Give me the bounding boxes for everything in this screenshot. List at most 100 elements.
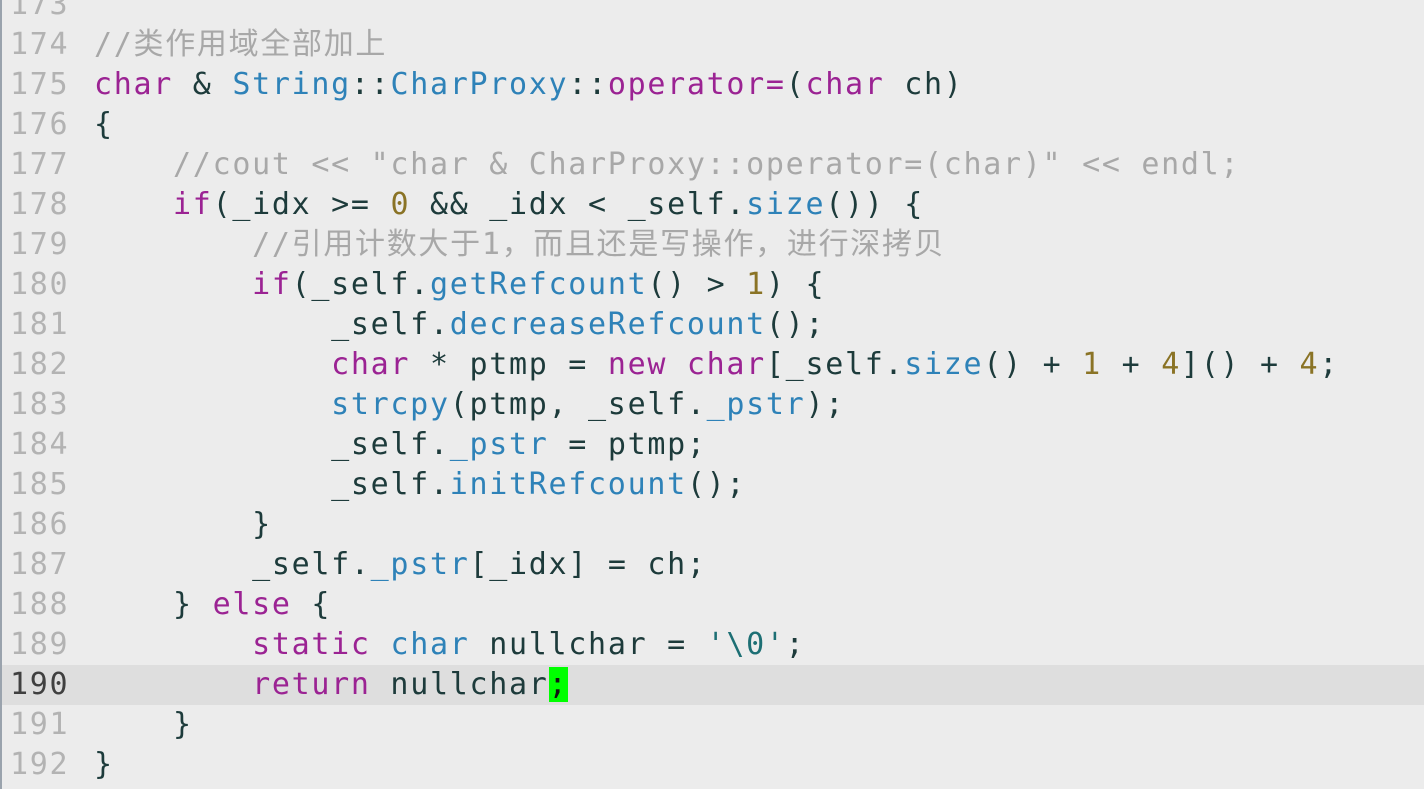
code-line[interactable]: 192} (2, 745, 1424, 785)
code-token: _pstr (370, 547, 470, 582)
code-token: } (94, 507, 272, 542)
code-token: ()) { (825, 187, 925, 222)
code-token: 4 (1161, 347, 1181, 382)
line-code[interactable]: if(_idx >= 0 && _idx < _self.size()) { (94, 185, 924, 225)
code-token: _self. (94, 547, 371, 582)
code-line[interactable]: 175 char & String::CharProxy::operator=(c… (2, 65, 1424, 105)
line-code[interactable]: } else { (94, 585, 331, 625)
line-code[interactable]: _self._pstr[_idx] = ch; (94, 545, 707, 585)
code-token: getRefcount (429, 267, 648, 302)
code-token: return (252, 667, 371, 702)
line-number: 184 (10, 427, 70, 462)
code-line[interactable]: 179 //引用计数大于1，而且还是写操作，进行深拷贝 (2, 225, 1424, 265)
line-code[interactable]: strcpy(ptmp, _self._pstr); (94, 385, 845, 425)
code-token: _self. (94, 307, 450, 342)
code-line[interactable]: 173 (2, 0, 1424, 25)
code-token: & (173, 67, 233, 102)
code-token: _self. (94, 467, 450, 502)
code-token: (_self. (291, 267, 430, 302)
line-code[interactable]: } (94, 745, 114, 785)
line-code[interactable]: char * ptmp = new char[_self.size() + 1 … (94, 345, 1339, 385)
code-token: _pstr (449, 427, 549, 462)
code-token: 0 (390, 187, 411, 222)
code-token: { (94, 107, 114, 142)
code-token: size (904, 347, 984, 382)
code-line[interactable]: 180 if(_self.getRefcount() > 1) { (2, 265, 1424, 305)
code-token: //引用计数大于1，而且还是写操作，进行深拷贝 (94, 227, 946, 262)
code-token: //cout << "char & CharProxy::operator=(c… (94, 147, 1241, 182)
code-token: ; (785, 627, 806, 662)
code-line[interactable]: 182 char * ptmp = new char[_self.size() … (2, 345, 1424, 385)
line-number: 188 (10, 587, 70, 622)
line-number: 182 (10, 347, 70, 382)
code-token: () + (983, 347, 1083, 382)
line-number: 173 (10, 0, 70, 22)
code-token: { (291, 587, 332, 622)
code-line[interactable]: 187 _self._pstr[_idx] = ch; (2, 545, 1424, 585)
code-token: 4 (1299, 347, 1320, 382)
code-line[interactable]: 178 if(_idx >= 0 && _idx < _self.size())… (2, 185, 1424, 225)
code-token: 1 (1082, 347, 1102, 382)
code-token: [_idx] = ch; (469, 547, 707, 582)
code-token: operator= (607, 67, 786, 102)
code-token: else (212, 587, 292, 622)
code-token: _self. (94, 427, 450, 462)
code-line[interactable]: 189 static char nullchar = '\0'; (2, 625, 1424, 665)
code-token: //类作用域全部加上 (94, 27, 388, 62)
line-code[interactable]: _self._pstr = ptmp; (94, 425, 707, 465)
line-code[interactable]: _self.initRefcount(); (94, 465, 746, 505)
code-line[interactable]: 188 } else { (2, 585, 1424, 625)
code-line[interactable]: 183 strcpy(ptmp, _self._pstr); (2, 385, 1424, 425)
line-number: 174 (10, 27, 70, 62)
line-number: 187 (10, 547, 70, 582)
code-token: 1 (746, 267, 766, 302)
line-code[interactable]: //cout << "char & CharProxy::operator=(c… (94, 145, 1240, 185)
line-code[interactable]: static char nullchar = '\0'; (94, 625, 805, 665)
code-line[interactable]: 176 { (2, 105, 1424, 145)
code-token: char (805, 67, 885, 102)
code-token: if (173, 187, 213, 222)
code-token: (); (765, 307, 826, 342)
code-token: } (94, 587, 213, 622)
line-code[interactable]: _self.decreaseRefcount(); (94, 305, 825, 345)
line-code[interactable]: char & String::CharProxy::operator=(char… (94, 65, 964, 105)
line-code[interactable]: return nullchar; (94, 665, 569, 705)
line-code[interactable]: } (94, 705, 193, 745)
code-line[interactable]: 181 _self.decreaseRefcount(); (2, 305, 1424, 345)
code-token: nullchar (370, 667, 549, 702)
code-line[interactable]: 174 //类作用域全部加上 (2, 25, 1424, 65)
code-line[interactable]: 184 _self._pstr = ptmp; (2, 425, 1424, 465)
line-code[interactable]: } (94, 505, 272, 545)
code-token: _pstr (706, 387, 806, 422)
code-token: initRefcount (449, 467, 687, 502)
code-line[interactable]: 186 } (2, 505, 1424, 545)
code-line[interactable]: 190 return nullchar; (2, 665, 1424, 705)
code-line[interactable]: 191 } (2, 705, 1424, 745)
code-token: new (607, 347, 668, 382)
line-number: 178 (10, 187, 70, 222)
code-token: ); (805, 387, 845, 422)
line-number: 181 (10, 307, 70, 342)
line-code[interactable]: //引用计数大于1，而且还是写操作，进行深拷贝 (94, 225, 945, 265)
code-token: String (232, 67, 351, 102)
code-token: char (390, 627, 470, 662)
code-token: char (331, 347, 411, 382)
line-number: 189 (10, 627, 70, 662)
code-token: CharProxy (390, 67, 569, 102)
line-number: 179 (10, 227, 70, 262)
code-token: = ptmp; (548, 427, 707, 462)
line-code[interactable]: if(_self.getRefcount() > 1) { (94, 265, 825, 305)
line-number: 190 (10, 667, 70, 702)
code-line[interactable]: 177 //cout << "char & CharProxy::operato… (2, 145, 1424, 185)
code-editor[interactable]: 173174 //类作用域全部加上 175 char & String::CharPr… (0, 0, 1424, 789)
code-line[interactable]: 185 _self.initRefcount(); (2, 465, 1424, 505)
code-token: () > (647, 267, 747, 302)
code-token: ch) (884, 67, 964, 102)
code-token: strcpy (331, 387, 450, 422)
line-code[interactable]: { (94, 105, 114, 145)
line-code[interactable]: //类作用域全部加上 (94, 25, 387, 65)
